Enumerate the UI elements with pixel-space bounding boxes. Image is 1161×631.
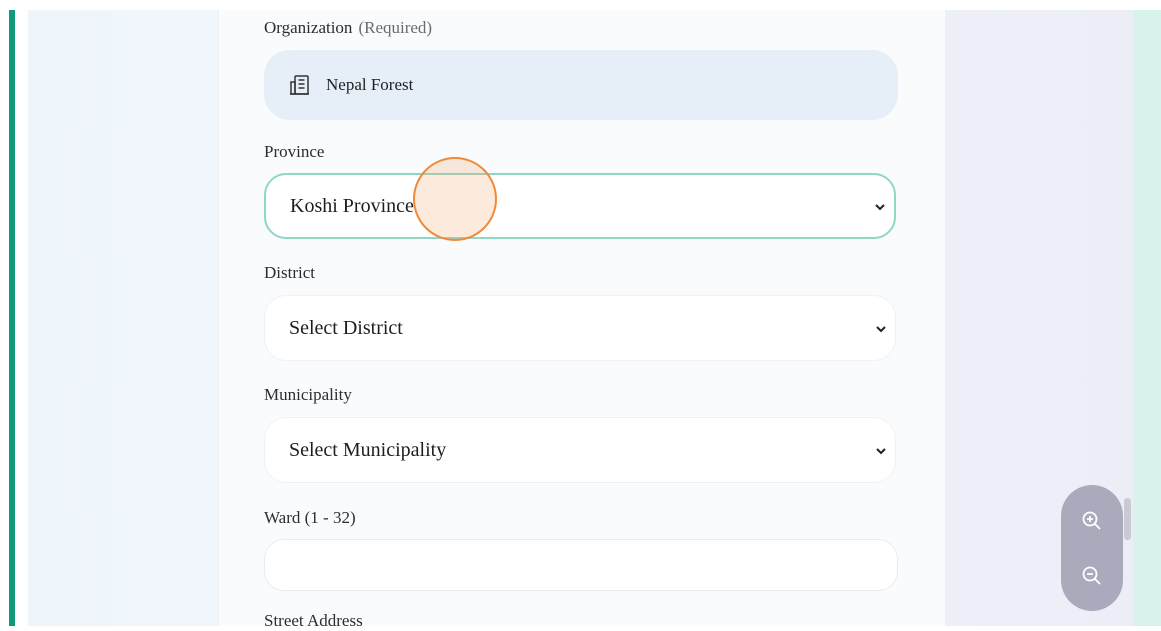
organization-field: Nepal Forest <box>264 50 898 120</box>
zoom-controls <box>1061 485 1123 611</box>
province-select[interactable]: Koshi Province <box>264 173 896 239</box>
province-label: Province <box>264 142 325 161</box>
chevron-down-icon <box>874 200 886 212</box>
zoom-out-icon[interactable] <box>1080 564 1104 588</box>
municipality-select[interactable]: Select Municipality <box>264 417 896 483</box>
organization-label-text: Organization <box>264 18 353 37</box>
required-hint: (Required) <box>358 18 433 37</box>
scrollbar-thumb[interactable] <box>1124 498 1131 540</box>
zoom-in-icon[interactable] <box>1080 509 1104 533</box>
organization-label: Organization (Required) <box>264 18 432 38</box>
click-highlight-ring <box>413 157 497 241</box>
district-label: District <box>264 263 315 282</box>
organization-value: Nepal Forest <box>326 75 414 94</box>
municipality-label: Municipality <box>264 385 352 404</box>
chevron-down-icon <box>875 444 887 456</box>
right-strip <box>1133 10 1161 626</box>
municipality-selected-value: Select Municipality <box>289 438 447 461</box>
chevron-down-icon <box>875 322 887 334</box>
accent-bar <box>9 10 15 626</box>
ward-input[interactable] <box>264 539 898 591</box>
province-selected-value: Koshi Province <box>290 194 414 217</box>
left-rail <box>0 0 16 626</box>
district-select[interactable]: Select District <box>264 295 896 361</box>
district-selected-value: Select District <box>289 316 403 339</box>
street-address-label: Street Address <box>264 611 363 630</box>
building-icon <box>288 73 312 97</box>
top-edge <box>28 0 1161 10</box>
ward-label: Ward (1 - 32) <box>264 508 356 527</box>
